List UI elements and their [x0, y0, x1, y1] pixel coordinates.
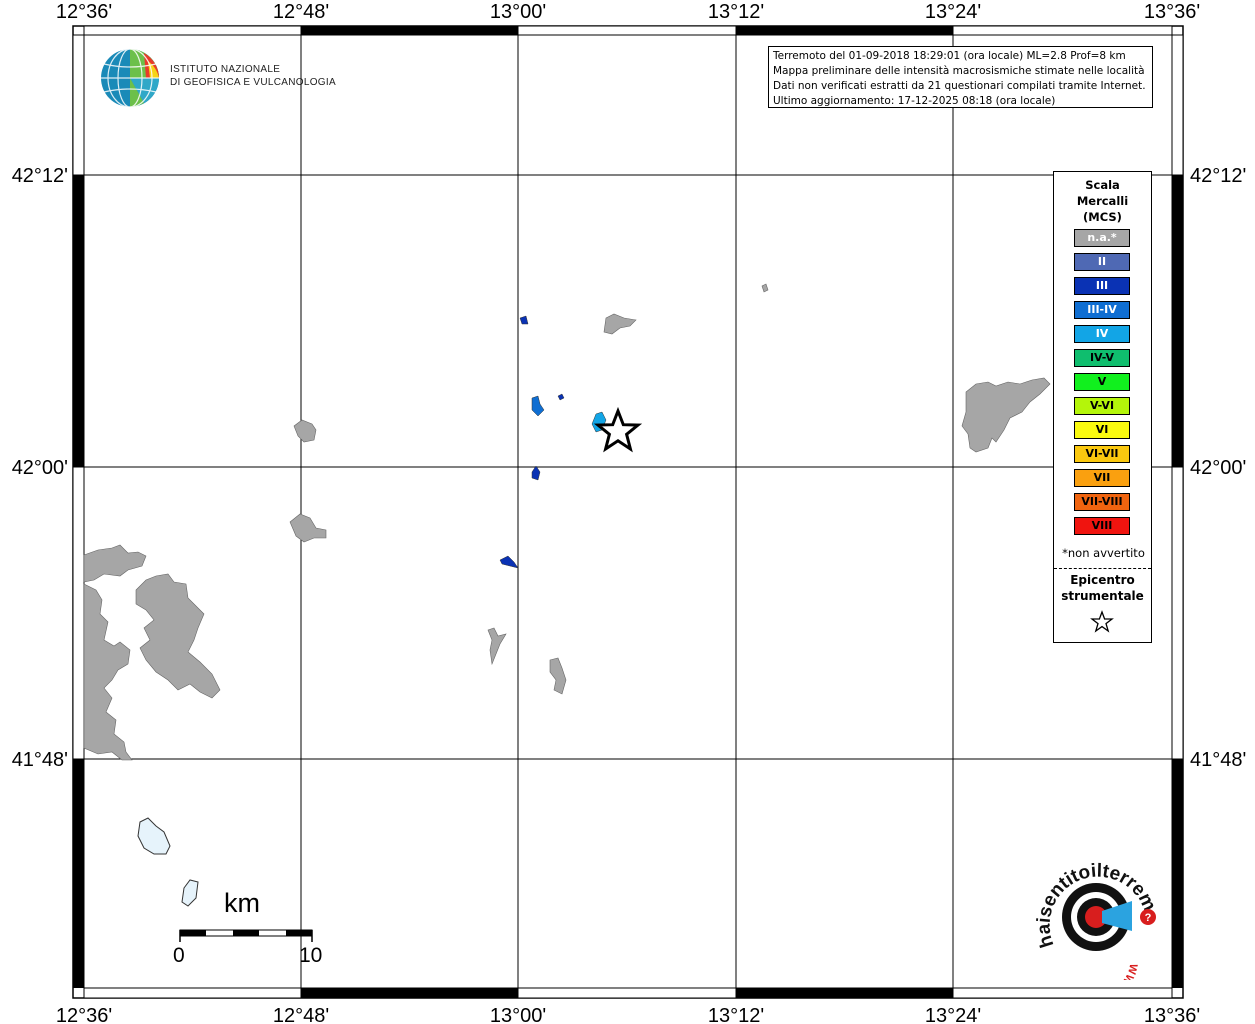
lat-tick-labels-left: 42°12' 42°00' 41°48' [12, 165, 68, 771]
lon-tick: 12°36' [56, 1, 112, 23]
scale-start-label: 0 [173, 944, 185, 967]
lat-tick: 42°00' [12, 457, 68, 479]
info-line-3: Dati non verificati estratti da 21 quest… [773, 80, 1146, 92]
lon-tick: 13°24' [925, 1005, 981, 1024]
legend-item: VII-VIII [1074, 493, 1130, 511]
lat-tick-labels-right: 42°12' 42°00' 41°48' [1190, 165, 1246, 771]
lon-tick: 13°00' [490, 1005, 546, 1024]
info-line-1: Terremoto del 01-09-2018 18:29:01 (ora l… [773, 50, 1126, 62]
ingv-name-line2: DI GEOFISICA E VULCANOLOGIA [170, 77, 336, 88]
map-frame [72, 25, 1184, 999]
lon-tick: 13°12' [708, 1005, 764, 1024]
legend-item: VIII [1074, 517, 1130, 535]
lat-tick: 41°48' [1190, 749, 1246, 771]
lon-tick-labels-top: 12°36' 12°48' 13°00' 13°12' 13°24' 13°36… [56, 1, 1200, 23]
left-border [72, 34, 85, 988]
legend-item: IV-V [1074, 349, 1130, 367]
legend-item: VI-VII [1074, 445, 1130, 463]
legend-title-2: Mercalli [1076, 194, 1129, 208]
scale-unit-label: km [224, 888, 260, 918]
legend-item: VII [1074, 469, 1130, 487]
event-info-box: Terremoto del 01-09-2018 18:29:01 (ora l… [768, 46, 1153, 108]
mcs-legend: Scala Mercalli (MCS) n.a.* II III III-IV IV I… [1053, 171, 1152, 643]
hst-logo-icon: haisentitoilterremoto.it WWW. ? [1024, 839, 1160, 997]
ingv-logo: ISTITUTO NAZIONALE DI GEOFISICA E VULCAN… [100, 47, 336, 111]
lon-tick: 13°12' [708, 1, 764, 23]
epicenter-star-icon [1090, 610, 1114, 633]
legend-item: VI [1074, 421, 1130, 439]
lat-tick: 41°48' [12, 749, 68, 771]
lon-tick: 13°24' [925, 1, 981, 23]
svg-text:?: ? [1145, 912, 1152, 924]
legend-title-3: (MCS) [1083, 210, 1122, 224]
legend-epicenter-label: Epicentro strumentale [1054, 572, 1151, 604]
legend-item: V-VI [1074, 397, 1130, 415]
hst-logo: haisentitoilterremoto.it WWW. ? [1024, 839, 1170, 997]
info-line-4: Ultimo aggiornamento: 17-12-2025 08:18 (… [773, 95, 1056, 107]
hst-logo-www: WWW. [1110, 962, 1139, 997]
lon-tick: 12°48' [273, 1005, 329, 1024]
legend-item: III [1074, 277, 1130, 295]
lat-tick: 42°00' [1190, 457, 1246, 479]
ingv-name-line1: ISTITUTO NAZIONALE [170, 64, 281, 75]
right-border [1171, 34, 1184, 988]
top-border [83, 25, 1173, 36]
legend-note: *non avvertito [1062, 546, 1145, 560]
lon-tick: 12°48' [273, 1, 329, 23]
scale-end-label: 10 [299, 944, 323, 967]
legend-epicenter-line-1: Epicentro [1070, 573, 1135, 587]
legend-epicenter-line-2: strumentale [1061, 589, 1144, 603]
lat-tick: 42°12' [12, 165, 68, 187]
legend-title-1: Scala [1085, 178, 1120, 192]
lon-tick-labels-bottom: 12°36' 12°48' 13°00' 13°12' 13°24' 13°36… [56, 1005, 1200, 1024]
ingv-name: ISTITUTO NAZIONALE DI GEOFISICA E VULCAN… [170, 63, 336, 89]
legend-title: Scala Mercalli (MCS) [1054, 177, 1151, 225]
lon-tick: 13°36' [1144, 1, 1200, 23]
lat-tick: 42°12' [1190, 165, 1246, 187]
lon-tick: 12°36' [56, 1005, 112, 1024]
info-line-2: Mappa preliminare delle intensità macros… [773, 65, 1145, 77]
legend-item: V [1074, 373, 1130, 391]
svg-text:WWW.: WWW. [1110, 962, 1139, 980]
legend-item: n.a.* [1074, 229, 1130, 247]
legend-separator [1054, 568, 1151, 569]
bottom-border [83, 987, 1173, 999]
legend-item: IV [1074, 325, 1130, 343]
lon-tick: 13°36' [1144, 1005, 1200, 1024]
legend-item: II [1074, 253, 1130, 271]
legend-item: III-IV [1074, 301, 1130, 319]
globe-icon [101, 48, 159, 108]
lon-tick: 13°00' [490, 1, 546, 23]
